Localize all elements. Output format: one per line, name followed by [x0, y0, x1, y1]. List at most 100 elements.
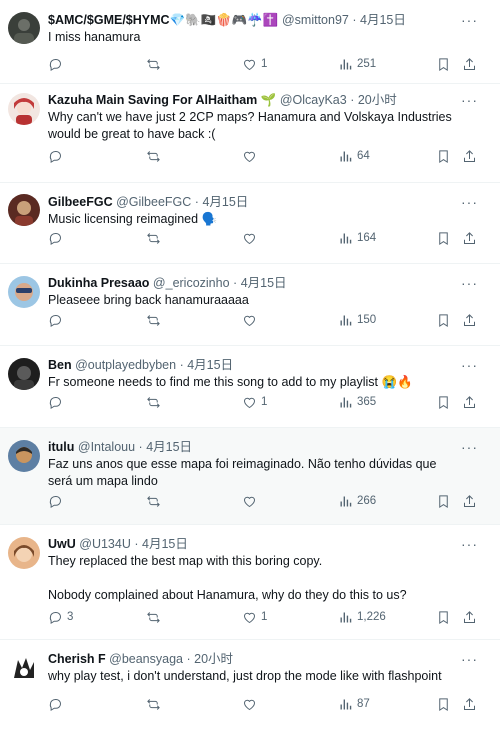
- repost-button[interactable]: [146, 147, 165, 165]
- share-button[interactable]: [462, 229, 477, 247]
- bookmark-button[interactable]: [436, 147, 451, 165]
- display-name[interactable]: Ben: [48, 358, 72, 372]
- reply-button[interactable]: 3: [48, 608, 73, 626]
- user-handle[interactable]: @GilbeeFGC: [116, 195, 191, 209]
- views-button[interactable]: 87: [338, 695, 370, 713]
- reply-button[interactable]: [48, 311, 67, 329]
- tweet[interactable]: ··· UwU @U134U · 4月15日 They replaced the…: [0, 525, 500, 640]
- display-name[interactable]: UwU: [48, 537, 76, 551]
- share-button[interactable]: [462, 311, 477, 329]
- share-icon: [464, 231, 475, 244]
- tweet[interactable]: ··· $AMC/$GME/$HYMC💎🐘🏴‍☠️🍿🎮☔✝️ @smitton9…: [0, 0, 500, 84]
- timestamp[interactable]: 20小时: [194, 652, 233, 666]
- tweet[interactable]: ··· Ben @outplayedbyben · 4月15日 Fr someo…: [0, 346, 500, 428]
- like-button[interactable]: 1: [242, 393, 267, 411]
- avatar[interactable]: [8, 440, 40, 472]
- reply-button[interactable]: [48, 55, 67, 73]
- reply-button[interactable]: [48, 147, 67, 165]
- avatar[interactable]: [8, 358, 40, 390]
- repost-button[interactable]: [146, 229, 165, 247]
- like-button[interactable]: [242, 492, 261, 510]
- share-button[interactable]: [462, 147, 477, 165]
- share-button[interactable]: [462, 55, 477, 73]
- avatar[interactable]: [8, 652, 40, 684]
- timestamp[interactable]: 20小时: [358, 93, 397, 107]
- timestamp[interactable]: 4月15日: [202, 195, 248, 209]
- timestamp[interactable]: 4月15日: [241, 276, 287, 290]
- repost-button[interactable]: [146, 608, 165, 626]
- display-name[interactable]: Kazuha Main Saving For AlHaitham 🌱: [48, 93, 276, 107]
- like-button[interactable]: [242, 695, 261, 713]
- bookmark-button[interactable]: [436, 311, 451, 329]
- like-button[interactable]: [242, 229, 261, 247]
- views-button[interactable]: 64: [338, 147, 370, 165]
- like-button[interactable]: 1: [242, 608, 267, 626]
- tweet[interactable]: ··· Dukinha Presaao @_ericozinho · 4月15日…: [0, 264, 500, 346]
- user-handle[interactable]: @beansyaga: [109, 652, 183, 666]
- bookmark-button[interactable]: [436, 492, 451, 510]
- share-button[interactable]: [462, 393, 477, 411]
- reply-button[interactable]: [48, 393, 67, 411]
- reply-button[interactable]: [48, 229, 67, 247]
- tweet[interactable]: ··· GilbeeFGC @GilbeeFGC · 4月15日 Music l…: [0, 183, 500, 264]
- like-button[interactable]: [242, 147, 261, 165]
- share-button[interactable]: [462, 492, 477, 510]
- views-button[interactable]: 251: [338, 55, 376, 73]
- more-options-icon[interactable]: ···: [461, 13, 478, 27]
- more-options-icon[interactable]: ···: [461, 537, 478, 551]
- user-handle[interactable]: @smitton97: [282, 13, 349, 27]
- more-options-icon[interactable]: ···: [461, 93, 478, 107]
- like-button[interactable]: 1: [242, 55, 267, 73]
- bookmark-button[interactable]: [436, 55, 451, 73]
- user-handle[interactable]: @U134U: [79, 537, 131, 551]
- avatar[interactable]: [8, 12, 40, 44]
- repost-button[interactable]: [146, 492, 165, 510]
- tweet[interactable]: ··· Cherish F @beansyaga · 20小时 why play…: [0, 640, 500, 733]
- share-button[interactable]: [462, 608, 477, 626]
- display-name[interactable]: GilbeeFGC: [48, 195, 113, 209]
- more-options-icon[interactable]: ···: [461, 652, 478, 666]
- views-button[interactable]: 164: [338, 229, 376, 247]
- display-name[interactable]: itulu: [48, 440, 74, 454]
- repost-button[interactable]: [146, 55, 165, 73]
- tweet[interactable]: ··· itulu @Intalouu · 4月15日 Faz uns anos…: [0, 428, 500, 525]
- timestamp[interactable]: 4月15日: [187, 358, 233, 372]
- bookmark-button[interactable]: [436, 695, 451, 713]
- timestamp[interactable]: 4月15日: [142, 537, 188, 551]
- more-options-icon[interactable]: ···: [461, 276, 478, 290]
- reply-button[interactable]: [48, 695, 67, 713]
- views-button[interactable]: 150: [338, 311, 376, 329]
- avatar[interactable]: [8, 537, 40, 569]
- views-button[interactable]: 365: [338, 393, 376, 411]
- bookmark-button[interactable]: [436, 229, 451, 247]
- repost-button[interactable]: [146, 311, 165, 329]
- more-options-icon[interactable]: ···: [461, 440, 478, 454]
- timestamp[interactable]: 4月15日: [146, 440, 192, 454]
- display-name[interactable]: $AMC/$GME/$HYMC💎🐘🏴‍☠️🍿🎮☔✝️: [48, 13, 279, 27]
- avatar[interactable]: [8, 194, 40, 226]
- reply-icon: [49, 495, 61, 508]
- reply-button[interactable]: [48, 492, 67, 510]
- timestamp[interactable]: 4月15日: [360, 13, 406, 27]
- user-handle[interactable]: @outplayedbyben: [75, 358, 176, 372]
- views-button[interactable]: 1,226: [338, 608, 386, 626]
- tweet[interactable]: ··· Kazuha Main Saving For AlHaitham 🌱 @…: [0, 84, 500, 183]
- repost-button[interactable]: [146, 695, 165, 713]
- user-handle[interactable]: @OlcayKa3: [280, 93, 347, 107]
- user-handle[interactable]: @Intalouu: [78, 440, 135, 454]
- avatar[interactable]: [8, 93, 40, 125]
- more-options-icon[interactable]: ···: [461, 358, 478, 372]
- repost-button[interactable]: [146, 393, 165, 411]
- user-handle[interactable]: @_ericozinho: [153, 276, 230, 290]
- tweet-header: itulu @Intalouu · 4月15日: [48, 439, 460, 456]
- bookmark-button[interactable]: [436, 608, 451, 626]
- share-button[interactable]: [462, 695, 477, 713]
- bookmark-icon: [439, 57, 448, 71]
- views-button[interactable]: 266: [338, 492, 376, 510]
- like-button[interactable]: [242, 311, 261, 329]
- bookmark-button[interactable]: [436, 393, 451, 411]
- more-options-icon[interactable]: ···: [461, 195, 478, 209]
- avatar[interactable]: [8, 276, 40, 308]
- display-name[interactable]: Dukinha Presaao: [48, 276, 149, 290]
- display-name[interactable]: Cherish F: [48, 652, 106, 666]
